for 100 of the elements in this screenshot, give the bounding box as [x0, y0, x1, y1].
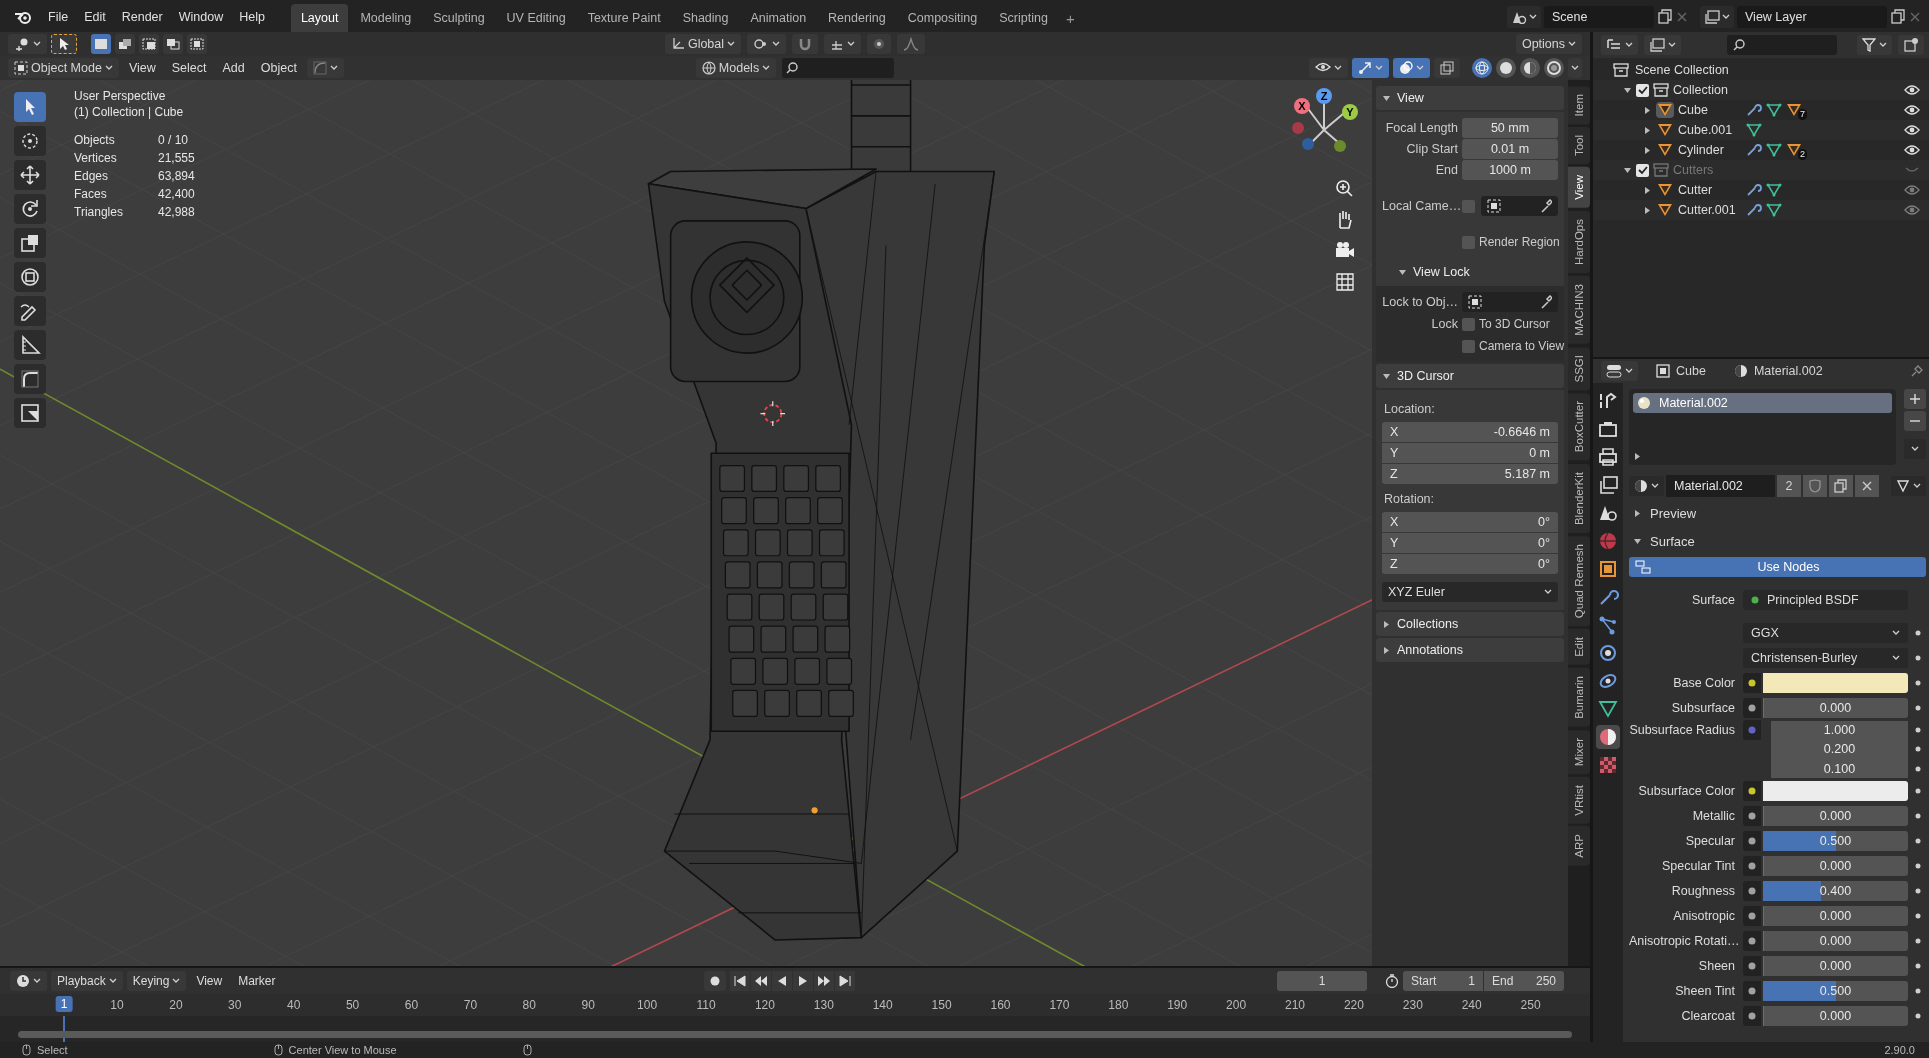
panel-header[interactable]: Surface [1629, 529, 1926, 553]
view-layer-name-field[interactable]: View Layer [1737, 6, 1887, 28]
vector-field[interactable]: X 0° [1382, 512, 1558, 532]
menu-item[interactable]: View [190, 974, 229, 988]
workspace-tab[interactable]: UV Editing [496, 4, 576, 32]
workspace-tab[interactable]: Rendering [818, 4, 896, 32]
material-name-field[interactable]: Material.002 [1666, 475, 1775, 497]
menu-item[interactable]: Edit [76, 4, 114, 30]
panel-header[interactable]: Collections [1376, 612, 1564, 636]
object-name[interactable]: Cube [1678, 103, 1742, 117]
menu-dropdown[interactable]: Playback [51, 971, 123, 991]
vector-field[interactable]: Z 0° [1382, 554, 1558, 574]
rotation-mode-dropdown[interactable]: XYZ Euler [1382, 582, 1558, 602]
frame-number: 10 [110, 998, 124, 1012]
sidebar-tab[interactable]: Bumarin [1568, 667, 1590, 727]
number-field[interactable]: 1000 m [1462, 160, 1558, 180]
vector-field[interactable]: X -0.6646 m [1382, 422, 1558, 442]
stat-label: Objects [74, 132, 116, 148]
number-field[interactable]: 50 mm [1462, 118, 1558, 138]
menu-item[interactable]: Help [231, 4, 273, 30]
frame-number: 180 [1108, 998, 1129, 1012]
scene-name-field[interactable]: Scene [1544, 6, 1654, 28]
use-nodes-button[interactable]: Use Nodes [1629, 557, 1926, 577]
object-name[interactable]: Cylinder [1678, 143, 1742, 157]
sidebar-tab[interactable]: Mixer [1568, 729, 1590, 774]
workspace-tab[interactable]: Compositing [897, 4, 988, 32]
add-workspace-button[interactable]: + [1057, 7, 1083, 30]
workspace-tab[interactable]: Sculpting [423, 4, 495, 32]
start-frame-field[interactable]: Start 1 [1403, 971, 1483, 991]
panel-header[interactable]: View [1376, 86, 1564, 110]
checkbox[interactable]: Camera to View [1462, 339, 1565, 353]
workspace-tab[interactable]: Animation [740, 4, 817, 32]
user-count[interactable]: 2 [1777, 475, 1801, 497]
menu-item[interactable]: View [122, 58, 162, 78]
sidebar-tab[interactable]: View [1568, 167, 1590, 209]
frame-number: 230 [1402, 998, 1423, 1012]
orientation-dropdown[interactable]: Global [664, 34, 742, 54]
panel-header[interactable]: View Lock [1382, 260, 1558, 284]
sidebar-tab[interactable]: BoxCutter [1568, 393, 1590, 461]
menu-item[interactable]: Object [254, 58, 303, 78]
material-slot[interactable]: Material.002 [1633, 393, 1892, 413]
current-frame-field[interactable]: 1 [1277, 971, 1367, 991]
end-frame-field[interactable]: End 250 [1484, 971, 1564, 991]
mode-dropdown[interactable]: Object Mode [8, 58, 119, 78]
method-dropdown[interactable]: GGX [1743, 622, 1908, 643]
checkbox[interactable]: To 3D Cursor [1462, 317, 1558, 331]
slider-field[interactable]: 0.000 [1763, 956, 1908, 976]
options-dropdown[interactable]: Options [1515, 34, 1582, 54]
workspace-tab[interactable]: Texture Paint [577, 4, 671, 32]
workspace-tab[interactable]: Shading [672, 4, 739, 32]
number-field[interactable]: 1.000 [1771, 720, 1908, 740]
navigation-gizmo[interactable]: Y Z X [1282, 84, 1366, 168]
object-name[interactable]: Cutter.001 [1678, 203, 1742, 217]
menu-item[interactable]: Render [113, 4, 171, 30]
menu-dropdown[interactable]: Keying [126, 971, 187, 991]
vector-field[interactable]: Y 0° [1382, 533, 1558, 553]
sidebar-tab[interactable]: Quad Remesh [1568, 535, 1590, 626]
slider-field[interactable]: 0.000 [1763, 856, 1908, 876]
number-field[interactable]: 0.01 m [1462, 139, 1558, 159]
workspace-tab[interactable]: Scripting [989, 4, 1058, 32]
panel-header[interactable]: Preview [1629, 501, 1926, 525]
menu-item[interactable]: Add [216, 58, 251, 78]
menu-item[interactable]: Select [165, 58, 213, 78]
slider-field[interactable]: 0.000 [1763, 697, 1908, 718]
panel-header[interactable]: Annotations [1376, 638, 1564, 662]
object-name[interactable]: Cutter [1678, 183, 1742, 197]
sidebar-tab[interactable]: HardOps [1568, 211, 1590, 274]
vector-field[interactable]: Y 0 m [1382, 443, 1558, 463]
slider-field[interactable]: 0.000 [1763, 906, 1908, 926]
menu-item[interactable]: Marker [232, 974, 282, 988]
collection-name[interactable]: Collection [1673, 83, 1728, 97]
vector-field[interactable]: Z 5.187 m [1382, 464, 1558, 484]
slider-field[interactable]: 0.000 [1763, 806, 1908, 826]
stat-value: 0 / 10 [158, 132, 190, 148]
scene-collection-row[interactable]: Scene Collection [1613, 63, 1729, 77]
sidebar-tab[interactable]: VRtist [1568, 776, 1590, 824]
checkbox[interactable]: Render Region [1462, 235, 1560, 249]
collection-filter-dropdown[interactable]: Models [695, 58, 777, 78]
material-count-badge: 2 [1798, 149, 1807, 160]
workspace-tab[interactable]: Modeling [350, 4, 422, 32]
method-dropdown[interactable]: Christensen-Burley [1743, 647, 1908, 668]
slider-field[interactable]: 0.000 [1763, 931, 1908, 951]
sidebar-tab[interactable]: SSGI [1568, 347, 1590, 391]
sidebar-tab[interactable]: Edit [1568, 628, 1590, 665]
sidebar-tab[interactable]: ARP [1568, 826, 1590, 866]
current-frame-marker[interactable]: 1 [55, 996, 73, 1012]
material-slot-list[interactable]: Material.002 [1629, 389, 1896, 465]
number-field[interactable]: 0.100 [1771, 759, 1908, 779]
sidebar-tab[interactable]: BlenderKit [1568, 463, 1590, 533]
slider-field[interactable]: 0.000 [1763, 1006, 1908, 1026]
menu-item[interactable]: File [40, 4, 77, 30]
object-name[interactable]: Cube.001 [1678, 123, 1742, 137]
frame-number: 210 [1285, 998, 1305, 1012]
sidebar-tab[interactable]: Tool [1568, 127, 1590, 165]
menu-item[interactable]: Window [170, 4, 232, 30]
panel-header[interactable]: 3D Cursor [1376, 364, 1564, 388]
workspace-tab[interactable]: Layout [290, 4, 349, 32]
sidebar-tab[interactable]: Item [1568, 86, 1590, 125]
shader-dropdown[interactable]: Principled BSDF [1743, 589, 1908, 610]
sidebar-tab[interactable]: MACHIN3 [1568, 276, 1590, 344]
